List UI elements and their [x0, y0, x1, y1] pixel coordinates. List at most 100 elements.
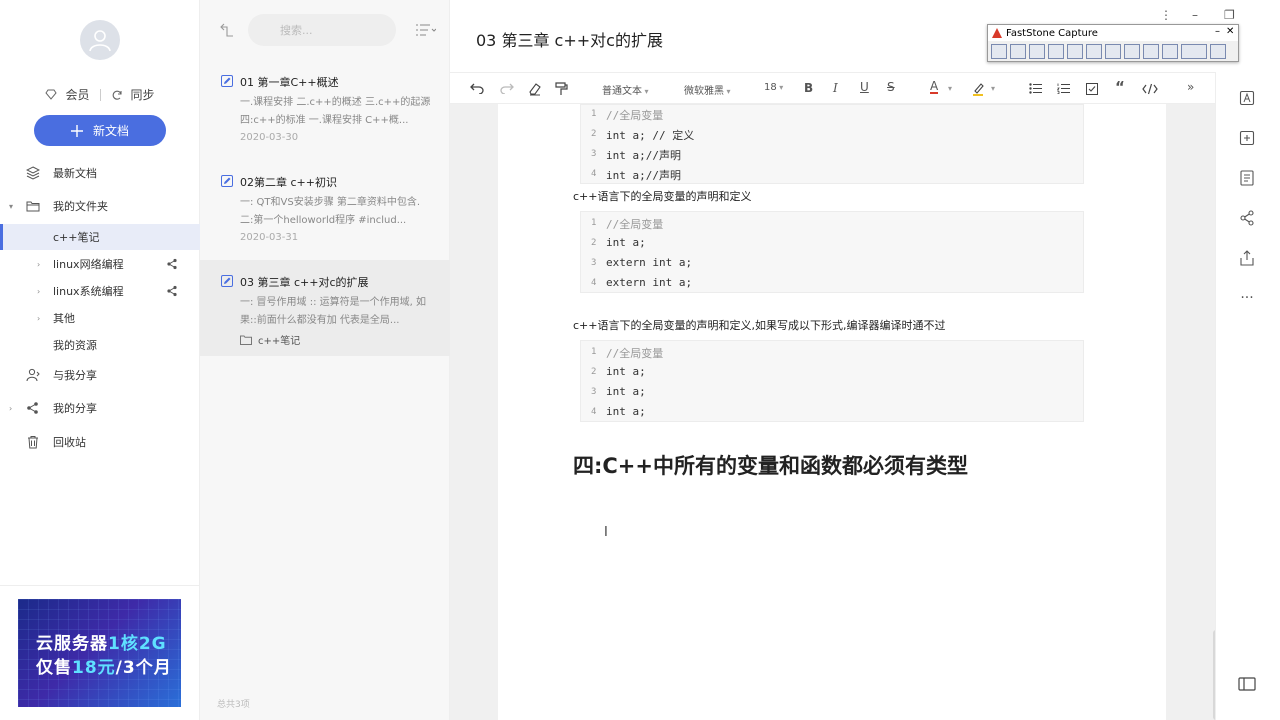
capture-scrolling-icon[interactable] [1086, 44, 1102, 59]
settings-icon[interactable] [1210, 44, 1226, 59]
chevron-right-icon[interactable]: › [37, 314, 40, 323]
screen-recorder-icon[interactable] [1124, 44, 1140, 59]
divider [99, 88, 101, 101]
timer-icon[interactable] [1162, 44, 1178, 59]
more-horizontal-icon[interactable]: ··· [1237, 288, 1257, 308]
share-icon[interactable] [1237, 208, 1257, 228]
bold-icon[interactable]: B [804, 81, 813, 95]
faststone-title: FastStone Capture [1006, 27, 1098, 39]
sidebar-item-linux-system[interactable]: › linux系统编程 [0, 278, 200, 304]
format-painter-icon[interactable] [555, 82, 568, 96]
insert-icon[interactable] [1237, 128, 1257, 148]
code-line: //全局变量 [606, 109, 664, 122]
output-options-icon[interactable] [1181, 44, 1207, 59]
document-date: 2020-03-30 [240, 132, 299, 143]
export-icon[interactable] [1237, 248, 1257, 268]
faststone-capture-window[interactable]: FastStone Capture – ✕ [987, 24, 1239, 62]
translate-icon[interactable] [1237, 88, 1257, 108]
chevron-down-icon[interactable]: ▾ [991, 84, 995, 93]
line-number: 4 [591, 169, 597, 179]
undo-icon[interactable] [470, 83, 484, 94]
avatar[interactable] [80, 20, 120, 60]
capture-freehand-icon[interactable] [1048, 44, 1064, 59]
list-item[interactable]: 01 第一章C++概述 一.课程安排 二.c++的概述 三.c++的起源 四:c… [200, 60, 450, 156]
list-item-active[interactable]: 03 第三章 c++对c的扩展 一: 冒号作用域 :: 运算符是一个作用域, 如… [200, 260, 450, 356]
sidebar-item-label: 我的文件夹 [53, 200, 108, 213]
document-excerpt: 一.课程安排 二.c++的概述 三.c++的起源 四:c++的标准 一.课程安排… [240, 97, 431, 126]
restore-icon[interactable]: ❐ [1224, 8, 1235, 22]
ad-line-2: 仅售18元/3个月 [36, 653, 172, 678]
sidebar-item-label: 我的分享 [53, 402, 97, 415]
ad-banner[interactable]: 云服务器1核2G 仅售18元/3个月 [18, 599, 181, 707]
paragraph-style-select[interactable]: 普通文本 [602, 82, 649, 97]
sidebar-item-shared-with-me[interactable]: 与我分享 [0, 362, 200, 388]
strikethrough-icon[interactable]: S [887, 80, 895, 94]
checkbox-icon[interactable] [1086, 83, 1098, 95]
sidebar-item-label: 最新文档 [53, 167, 97, 180]
font-color-icon[interactable]: A [930, 80, 939, 94]
code-line: extern int a; [606, 276, 693, 289]
sidebar-nav: 最新文档 ▾ 我的文件夹 c++笔记 › linux网络编程 › linux系统… [0, 160, 200, 455]
font-size-select[interactable]: 18 [764, 82, 783, 93]
capture-fixed-region-icon[interactable] [1105, 44, 1121, 59]
code-block[interactable]: 1 //全局变量 2 int a; 3 int a; 4 int a; [580, 340, 1084, 422]
document-page[interactable]: 1 //全局变量 2 int a; // 定义 3 int a;//声明 4 i… [498, 104, 1166, 720]
chevron-right-icon[interactable]: › [37, 260, 40, 269]
sidebar-item-cpp-notes[interactable]: c++笔记 [0, 224, 200, 250]
code-block[interactable]: 1 //全局变量 2 int a; // 定义 3 int a;//声明 4 i… [580, 104, 1084, 184]
eraser-icon[interactable] [528, 82, 542, 96]
code-icon[interactable] [1142, 83, 1158, 95]
list-item[interactable]: 02第二章 c++初识 一: QT和VS安装步骤 第二章资料中包含. 二:第一个… [200, 160, 450, 256]
sidebar-item-other[interactable]: › 其他 [0, 305, 200, 331]
sidebar-item-my-folders[interactable]: ▾ 我的文件夹 [0, 193, 200, 219]
back-up-icon[interactable] [220, 23, 234, 37]
minimize-icon[interactable]: – [1215, 26, 1220, 37]
document-edit-icon [221, 275, 233, 287]
text-cursor: I [604, 525, 608, 540]
ad-text: 仅售 [36, 658, 72, 678]
capture-fullscreen-icon[interactable] [1067, 44, 1083, 59]
expand-more-icon[interactable]: » [1187, 80, 1194, 94]
faststone-title-bar[interactable]: FastStone Capture [988, 25, 1238, 41]
more-vertical-icon[interactable]: ⋮ [1160, 8, 1172, 22]
share-icon[interactable] [166, 258, 178, 270]
sidebar-item-recent[interactable]: 最新文档 [0, 160, 200, 186]
line-number: 4 [591, 278, 597, 288]
quote-icon[interactable]: “ [1115, 78, 1125, 96]
document-title: 03 第三章 c++对c的扩展 [240, 276, 369, 289]
page-title[interactable]: 03 第三章 c++对c的扩展 [476, 27, 663, 51]
sidebar-item-linux-network[interactable]: › linux网络编程 [0, 251, 200, 277]
bullet-list-icon[interactable] [1029, 83, 1042, 94]
capture-rectangle-icon[interactable] [1029, 44, 1045, 59]
sync-button[interactable]: 同步 [111, 86, 155, 103]
redo-icon[interactable] [500, 83, 514, 94]
folder-icon [240, 335, 252, 345]
line-number: 2 [591, 129, 597, 139]
chevron-down-icon[interactable]: ▾ [9, 202, 13, 211]
film-icon[interactable] [1143, 44, 1159, 59]
sidebar-item-my-shares[interactable]: › 我的分享 [0, 395, 200, 421]
italic-icon[interactable]: I [833, 81, 838, 95]
sidebar-item-my-resources[interactable]: 我的资源 [0, 332, 200, 358]
new-document-button[interactable]: 新文档 [34, 115, 166, 146]
outline-icon[interactable] [1237, 168, 1257, 188]
underline-icon[interactable]: U [860, 80, 869, 94]
close-icon[interactable]: ✕ [1226, 26, 1234, 37]
capture-window-icon[interactable] [1010, 44, 1026, 59]
sidebar-item-recycle-bin[interactable]: 回收站 [0, 429, 200, 455]
code-block[interactable]: 1 //全局变量 2 int a; 3 extern int a; 4 exte… [580, 211, 1084, 293]
code-line: int a; [606, 405, 646, 418]
numbered-list-icon[interactable] [1057, 83, 1070, 94]
font-family-select[interactable]: 微软雅黑 [684, 82, 731, 97]
vip-button[interactable]: 会员 [45, 86, 90, 103]
search-input[interactable]: 搜索... [248, 14, 396, 46]
minimize-icon[interactable]: – [1192, 8, 1198, 22]
chevron-down-icon[interactable]: ▾ [948, 84, 952, 93]
chevron-right-icon[interactable]: › [37, 287, 40, 296]
list-sort-icon[interactable] [416, 24, 436, 36]
highlighter-icon[interactable] [972, 82, 985, 96]
sidebar-toggle-icon[interactable] [1237, 674, 1257, 694]
capture-active-window-icon[interactable] [991, 44, 1007, 59]
chevron-right-icon[interactable]: › [9, 404, 12, 413]
share-icon[interactable] [166, 285, 178, 297]
